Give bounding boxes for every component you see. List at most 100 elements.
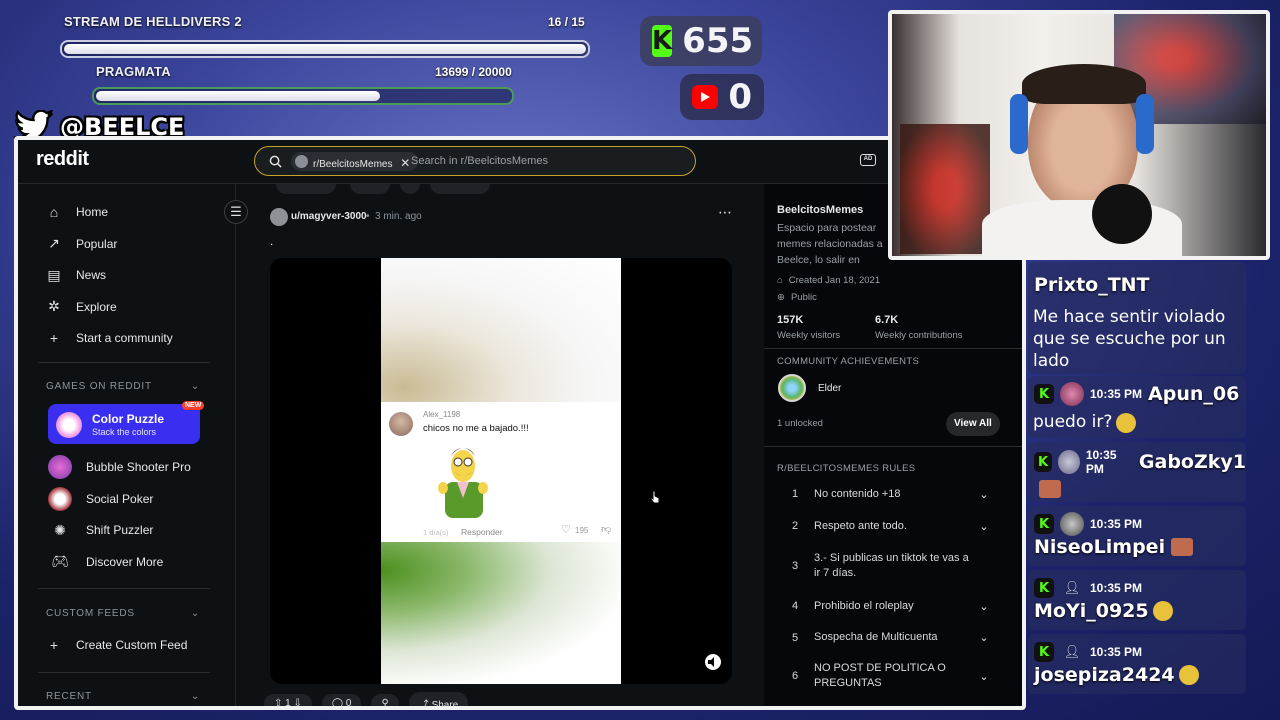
rule-item[interactable]: 3 3.- Si publicas un tiktok te vas a ir 7… [764,542,1004,590]
search-input[interactable]: Search in r/BeelcitosMemes [411,155,548,167]
rule-item[interactable]: 2 Respeto ante todo. ⌄ [764,510,1004,542]
chat-message-card: K 👤︎ 10:35 PM MoYi_0925 [1028,570,1246,630]
rule-item[interactable]: 4 Prohibido el roleplay ⌄ [764,590,1004,622]
elder-achievement-icon[interactable] [778,374,806,402]
comment-reply: Responder [461,527,503,537]
chat-message-row: puedo ir? [1033,411,1137,433]
sidebar-item-label: Start a community [76,331,173,346]
chat-message-text: Me hace sentir violado que se escuche po… [1033,307,1226,371]
post-card[interactable]: u/magyver-3000 • 3 min. ago ⋯ . Alex_119… [258,200,746,710]
comment-text: chicos no me a bajado.!!! [423,423,529,434]
rule-number: 1 [792,488,799,500]
game-item-social-poker[interactable]: Social Poker [18,484,236,514]
user-icon: 👤︎ [1063,580,1081,595]
chat-message-card: K 10:35 PM NiseoLimpei [1028,506,1246,566]
advertise-icon[interactable]: AD [860,154,876,166]
chat-message-card: Prixto_TNT Me hace sentir violado que se… [1028,262,1246,374]
nav-list: ⌂ Home ↗ Popular ▤ News ✲ Explore + Start a commu… [18,197,236,355]
vote-button[interactable]: ⇧ 1 ⇩ [264,693,312,706]
video-player[interactable]: Alex_1198 chicos no me a bajado.!!! 1 dí… [270,258,732,684]
chat-username: Apun_06 [1148,383,1240,405]
created-row: ⌂ Created Jan 18, 2021 [777,275,880,286]
game-item-discover-more[interactable]: 🎮︎ Discover More [18,547,236,577]
share-label: Share [431,699,459,710]
games-section-title: GAMES ON REDDIT [46,381,152,392]
sidebar-divider [764,446,1022,447]
youtube-icon [692,85,719,109]
kick-badge-icon: K [1034,384,1054,404]
search-bar[interactable]: r/BeelcitosMemes ✕ Search in r/Beelcitos… [254,146,696,176]
blurred-image-top [381,258,621,402]
sidebar-item-popular[interactable]: ↗ Popular [18,229,236,259]
share-button[interactable]: ⤴ Share [408,691,469,710]
chevron-down-icon: ⌄ [979,632,989,644]
game-label: Bubble Shooter Pro [86,460,191,474]
comment-avatar [389,412,413,436]
chat-username: MoYi_0925 [1034,600,1149,622]
chat-list: K 10:35 PM Apun_06 puedo ir? K 10:35 PM GaboZk… [1028,376,1278,698]
weekly-contributions-label: Weekly contributions [875,330,963,341]
weekly-contributions-value: 6.7K [875,314,899,326]
emote-icon [1171,538,1194,556]
color-puzzle-icon [56,412,82,438]
view-all-button[interactable]: View All [946,412,1000,436]
sidebar-item-home[interactable]: ⌂ Home [18,197,236,227]
kick-counter: K 655 [640,16,762,66]
sidebar-item-news[interactable]: ▤ News [18,260,236,290]
sidebar-divider [764,348,1022,349]
game-item-bubble-shooter-pro[interactable]: Bubble Shooter Pro [18,452,236,482]
chat-message-row: NiseoLimpei [1034,536,1194,558]
webcam-microphone [1092,184,1152,244]
comments-button[interactable]: ◯ 0 [321,693,362,706]
emote-icon [1152,601,1173,621]
award-button[interactable]: ⚲ [371,693,399,706]
rules-list: 1 No contenido +18 ⌄ 2 Respeto ante todo. ⌄ 3 3… [764,478,1004,699]
chip-close-icon[interactable]: ✕ [400,156,410,170]
game-label: Social Poker [86,491,154,506]
chat-message-row: josepiza2424 [1034,664,1199,686]
reddit-logo[interactable]: reddit [36,148,89,171]
sidebar-item-label: News [76,268,107,283]
create-custom-feed[interactable]: + Create Custom Feed [18,630,228,660]
sidebar-item-explore[interactable]: ✲ Explore [18,292,236,322]
games-section-header[interactable]: GAMES ON REDDIT ⌄ [18,381,228,392]
goal-title-2: PRAGMATA [96,64,171,79]
recent-header[interactable]: RECENT ⌄ [18,691,228,702]
post-author[interactable]: u/magyver-3000 [291,211,367,222]
search-community-chip[interactable]: r/BeelcitosMemes ✕ [291,152,419,171]
achievements-unlocked: 1 unlocked [777,418,823,429]
bubble-shooter-icon [48,455,72,479]
rule-number: 6 [792,670,799,682]
chevron-down-icon: ⌄ [979,520,989,533]
sidebar-item-start-a-community[interactable]: + Start a community [18,323,236,353]
webcam-headset-left [1010,94,1028,154]
rule-item[interactable]: 5 Sospecha de Multicuenta ⌄ [764,622,1004,653]
search-icon [269,155,282,168]
more-options-icon[interactable]: ⋯ [718,204,732,221]
featured-game-subtitle: Stack the colors [92,427,157,437]
kick-icon: K [652,25,673,57]
news-icon: ▤ [47,266,61,283]
prev-post-actions [270,184,746,194]
custom-feeds-header[interactable]: CUSTOM FEEDS ⌄ [18,608,228,619]
author-avatar[interactable] [270,208,288,226]
chevron-down-icon: ⌄ [190,608,200,619]
chat-time: 10:35 PM [1085,448,1117,476]
goal-progress-bar-2 [92,87,514,105]
chat-message-row [1033,477,1061,499]
emote-icon [1039,479,1061,498]
game-item-shift-puzzler[interactable]: ✺ Shift Puzzler [18,515,236,545]
sidebar-divider [38,672,210,673]
volume-icon[interactable] [704,654,722,670]
rule-item[interactable]: 1 No contenido +18 ⌄ [764,478,1004,510]
goal-count-1: 16 / 15 [548,15,585,29]
achievements-title: COMMUNITY ACHIEVEMENTS [777,356,920,367]
community-sidebar: BeelcitosMemes Espacio para postear meme… [764,184,1022,706]
sidebar-item-label: Popular [76,236,118,251]
featured-game-card[interactable]: Color Puzzle Stack the colors NEW [48,401,205,444]
goal-title-1: STREAM DE HELLDIVERS 2 [64,14,242,29]
chat-message-card: K 👤︎ 10:35 PM josepiza2424 [1028,634,1246,694]
rule-item[interactable]: 6 NO POST DE POLITICA O PREGUNTAS ⌄ [764,653,1004,699]
collapse-sidebar-button[interactable]: ☰ [224,200,248,224]
chat-time: 10:35 PM [1090,581,1143,595]
